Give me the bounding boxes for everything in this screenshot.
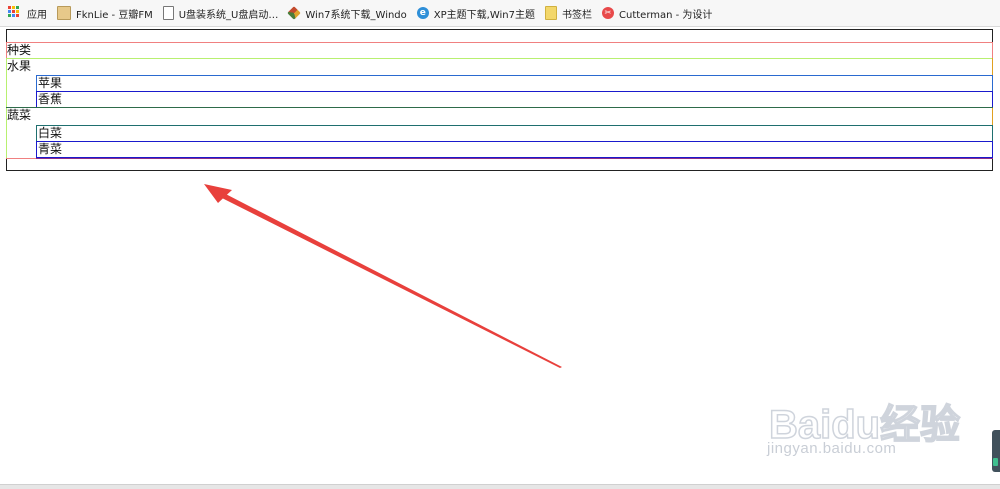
annotation-arrow (204, 184, 562, 368)
widget-indicator-icon (993, 458, 998, 466)
side-widget[interactable] (992, 430, 1000, 472)
bottom-scrollbar[interactable] (0, 484, 1000, 489)
arrow-shaft (212, 189, 562, 368)
